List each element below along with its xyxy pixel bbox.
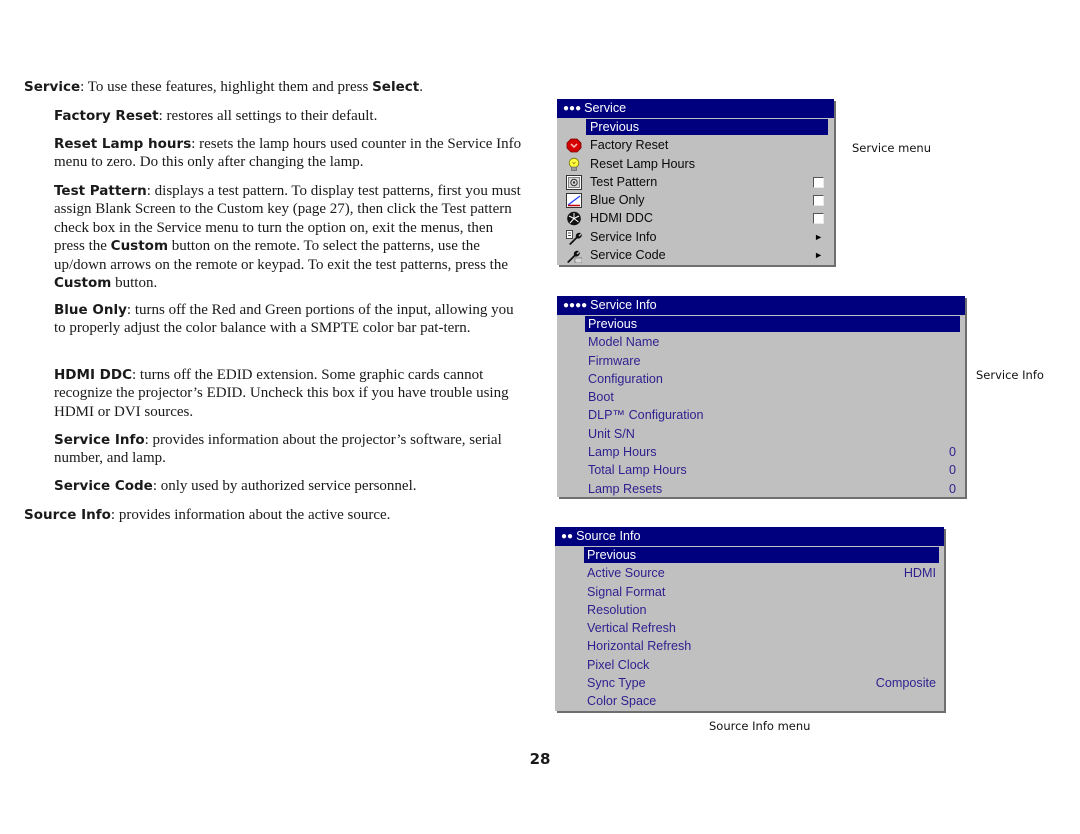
info-row-resolution: Resolution	[587, 602, 647, 617]
sync-type-value: Composite	[875, 676, 936, 691]
menu-item-factory-reset[interactable]: Factory Reset	[557, 136, 834, 154]
menu-item-blue-only[interactable]: Blue Only	[557, 191, 834, 209]
active-source-value: HDMI	[903, 566, 936, 581]
test-pattern-icon	[566, 174, 582, 190]
term-reset-lamp-hours: Reset Lamp hours	[54, 136, 192, 152]
service-paragraph: Service: To use these features, highligh…	[24, 79, 423, 95]
test-pattern-checkbox[interactable]	[813, 176, 824, 188]
menu-level-dots: ●●	[561, 531, 574, 542]
term-test-pattern: Test Pattern	[54, 183, 147, 199]
lamp-resets-value: 0	[948, 481, 956, 496]
info-row-signal-format: Signal Format	[587, 584, 666, 599]
info-row-boot: Boot	[588, 390, 614, 405]
submenu-arrow-icon: ►	[814, 231, 823, 242]
menu-item-previous[interactable]: Previous	[557, 315, 965, 333]
blue-only-paragraph: Blue Only: turns off the Red and Green p…	[54, 302, 514, 337]
source-info-title-bar: ●● Source Info	[555, 527, 944, 546]
info-row-configuration: Configuration	[588, 371, 663, 386]
service-info-paragraph: Service Info: provides information about…	[54, 432, 502, 467]
source-info-caption: Source Info menu	[709, 719, 811, 733]
term-blue-only: Blue Only	[54, 302, 127, 318]
source-info-title: Source Info	[576, 529, 641, 543]
info-row-lamp-hours: Lamp Hours 0	[557, 443, 965, 461]
service-info-title-bar: ●●●● Service Info	[557, 296, 965, 315]
term-service: Service	[24, 79, 81, 95]
blue-only-checkbox[interactable]	[813, 195, 824, 207]
info-row-horizontal-refresh: Horizontal Refresh	[587, 639, 692, 654]
term-service-code: Service Code	[54, 478, 153, 494]
menu-level-dots: ●●●●	[563, 300, 588, 311]
term-factory-reset: Factory Reset	[54, 108, 159, 124]
info-row-pixel-clock: Pixel Clock	[587, 657, 650, 672]
service-code-wrench-icon	[567, 250, 582, 264]
menu-item-reset-lamp-hours[interactable]: Reset Lamp Hours	[557, 155, 834, 173]
page-number: 28	[529, 750, 551, 768]
menu-item-service-info[interactable]: Service Info ►	[557, 228, 834, 246]
service-info-menu: ●●●● Service Info Previous Model Name Fir…	[557, 296, 965, 497]
term-source-info: Source Info	[24, 507, 111, 523]
total-lamp-hours-value: 0	[948, 463, 956, 478]
service-menu-title: Service	[584, 101, 627, 115]
menu-level-dots: ●●●	[563, 103, 582, 114]
service-menu: ●●● Service Previous Factory Reset Reset …	[557, 99, 834, 265]
info-row-firmware: Firmware	[588, 353, 641, 368]
service-code-paragraph: Service Code: only used by authorized se…	[54, 478, 417, 494]
info-row-unit-sn: Unit S/N	[588, 426, 635, 441]
service-menu-caption: Service menu	[852, 141, 932, 155]
key-select: Select	[372, 79, 420, 95]
hdmi-ddc-checkbox[interactable]	[813, 213, 824, 225]
menu-item-hdmi-ddc[interactable]: HDMI DDC	[557, 209, 834, 227]
info-row-dlp-configuration: DLP™ Configuration	[588, 408, 704, 423]
info-row-color-space: Color Space	[587, 694, 657, 709]
hdmi-ddc-icon	[567, 212, 581, 226]
menu-item-previous[interactable]: Previous	[555, 546, 944, 564]
menu-item-service-code[interactable]: Service Code ►	[557, 246, 834, 264]
lamp-bulb-icon	[568, 157, 580, 171]
service-info-caption: Service Info	[976, 368, 1044, 382]
blue-only-icon	[566, 193, 582, 209]
source-info-menu: ●● Source Info Previous Active Source HDM…	[555, 527, 944, 711]
hdmi-ddc-paragraph: HDMI DDC: turns off the EDID extension. …	[54, 367, 509, 420]
service-info-title: Service Info	[590, 298, 657, 312]
service-menu-title-bar: ●●● Service	[557, 99, 834, 118]
service-info-wrench-icon	[566, 229, 582, 245]
source-info-paragraph: Source Info: provides information about …	[24, 507, 391, 523]
test-pattern-paragraph: Test Pattern: displays a test pattern. T…	[54, 183, 521, 292]
term-service-info: Service Info	[54, 432, 145, 448]
term-hdmi-ddc: HDMI DDC	[54, 367, 132, 383]
submenu-arrow-icon: ►	[814, 250, 823, 261]
info-row-model-name: Model Name	[588, 335, 660, 350]
info-row-lamp-resets: Lamp Resets 0	[557, 480, 965, 498]
info-row-vertical-refresh: Vertical Refresh	[587, 621, 676, 636]
selection-highlight	[584, 547, 939, 564]
info-row-active-source: Active Source HDMI	[555, 564, 944, 582]
factory-reset-paragraph: Factory Reset: restores all settings to …	[54, 108, 378, 124]
menu-item-previous[interactable]: Previous	[557, 118, 834, 136]
info-row-sync-type: Sync Type Composite	[555, 674, 944, 692]
selection-highlight	[585, 316, 960, 333]
lamp-hours-value: 0	[948, 445, 956, 460]
factory-reset-icon	[566, 138, 582, 153]
info-row-total-lamp-hours: Total Lamp Hours 0	[557, 461, 965, 479]
menu-item-test-pattern[interactable]: Test Pattern	[557, 173, 834, 191]
reset-lamp-hours-paragraph: Reset Lamp hours: resets the lamp hours …	[54, 136, 522, 171]
